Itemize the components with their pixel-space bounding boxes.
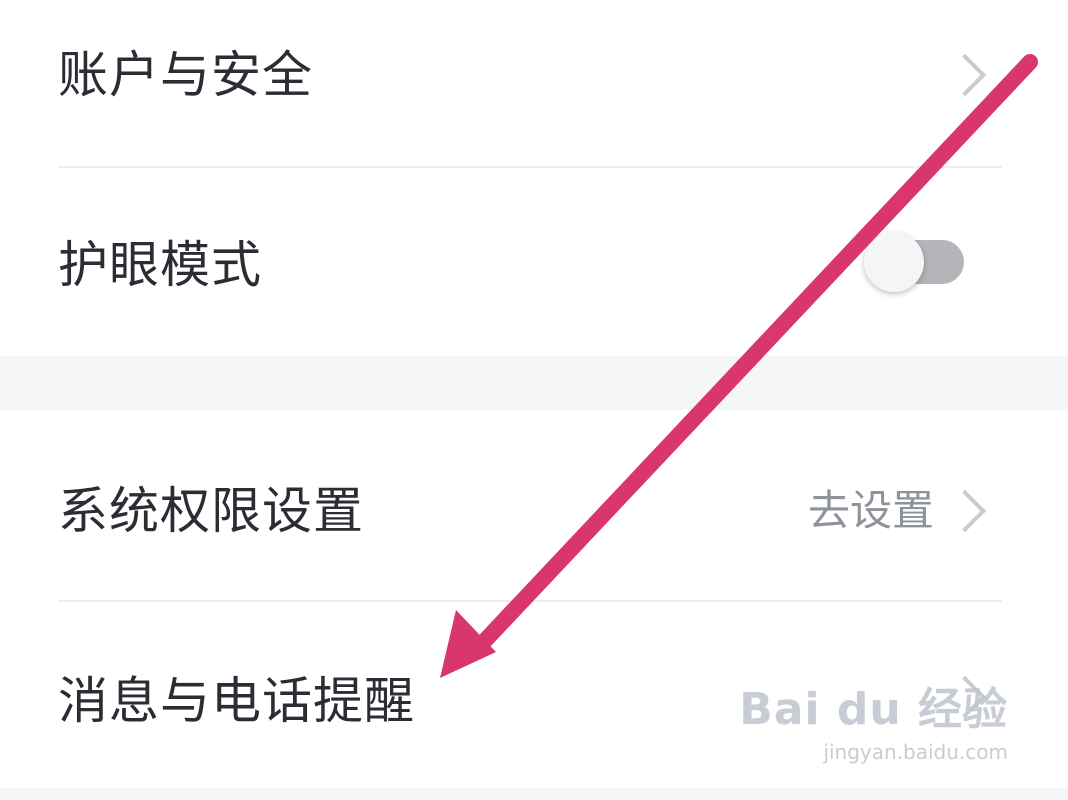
settings-item-system-permissions[interactable]: 系统权限设置 去设置 (0, 410, 1068, 600)
settings-item-account-security[interactable]: 账户与安全 (0, 0, 1068, 166)
bottom-gap (0, 788, 1068, 800)
settings-item-label: 系统权限设置 (58, 482, 364, 540)
settings-item-label: 护眼模式 (58, 236, 262, 294)
settings-item-label: 消息与电话提醒 (58, 672, 415, 730)
watermark-logo: Bai du 经验 (739, 684, 1008, 735)
baidu-jingyan-watermark: Bai du 经验 jingyan.baidu.com (739, 684, 1008, 764)
settings-page: 账户与安全 护眼模式 系统权限设置 去设置 消息与电话提醒 Bai du 经验 … (0, 0, 1068, 800)
section-divider (0, 356, 1068, 410)
chevron-right-icon (943, 489, 987, 533)
eye-protection-toggle[interactable] (864, 232, 964, 292)
watermark-url: jingyan.baidu.com (823, 740, 1008, 764)
settings-item-label: 账户与安全 (58, 46, 313, 104)
go-settings-hint: 去设置 (807, 486, 934, 535)
chevron-right-icon (943, 53, 987, 97)
toggle-knob (864, 232, 924, 292)
